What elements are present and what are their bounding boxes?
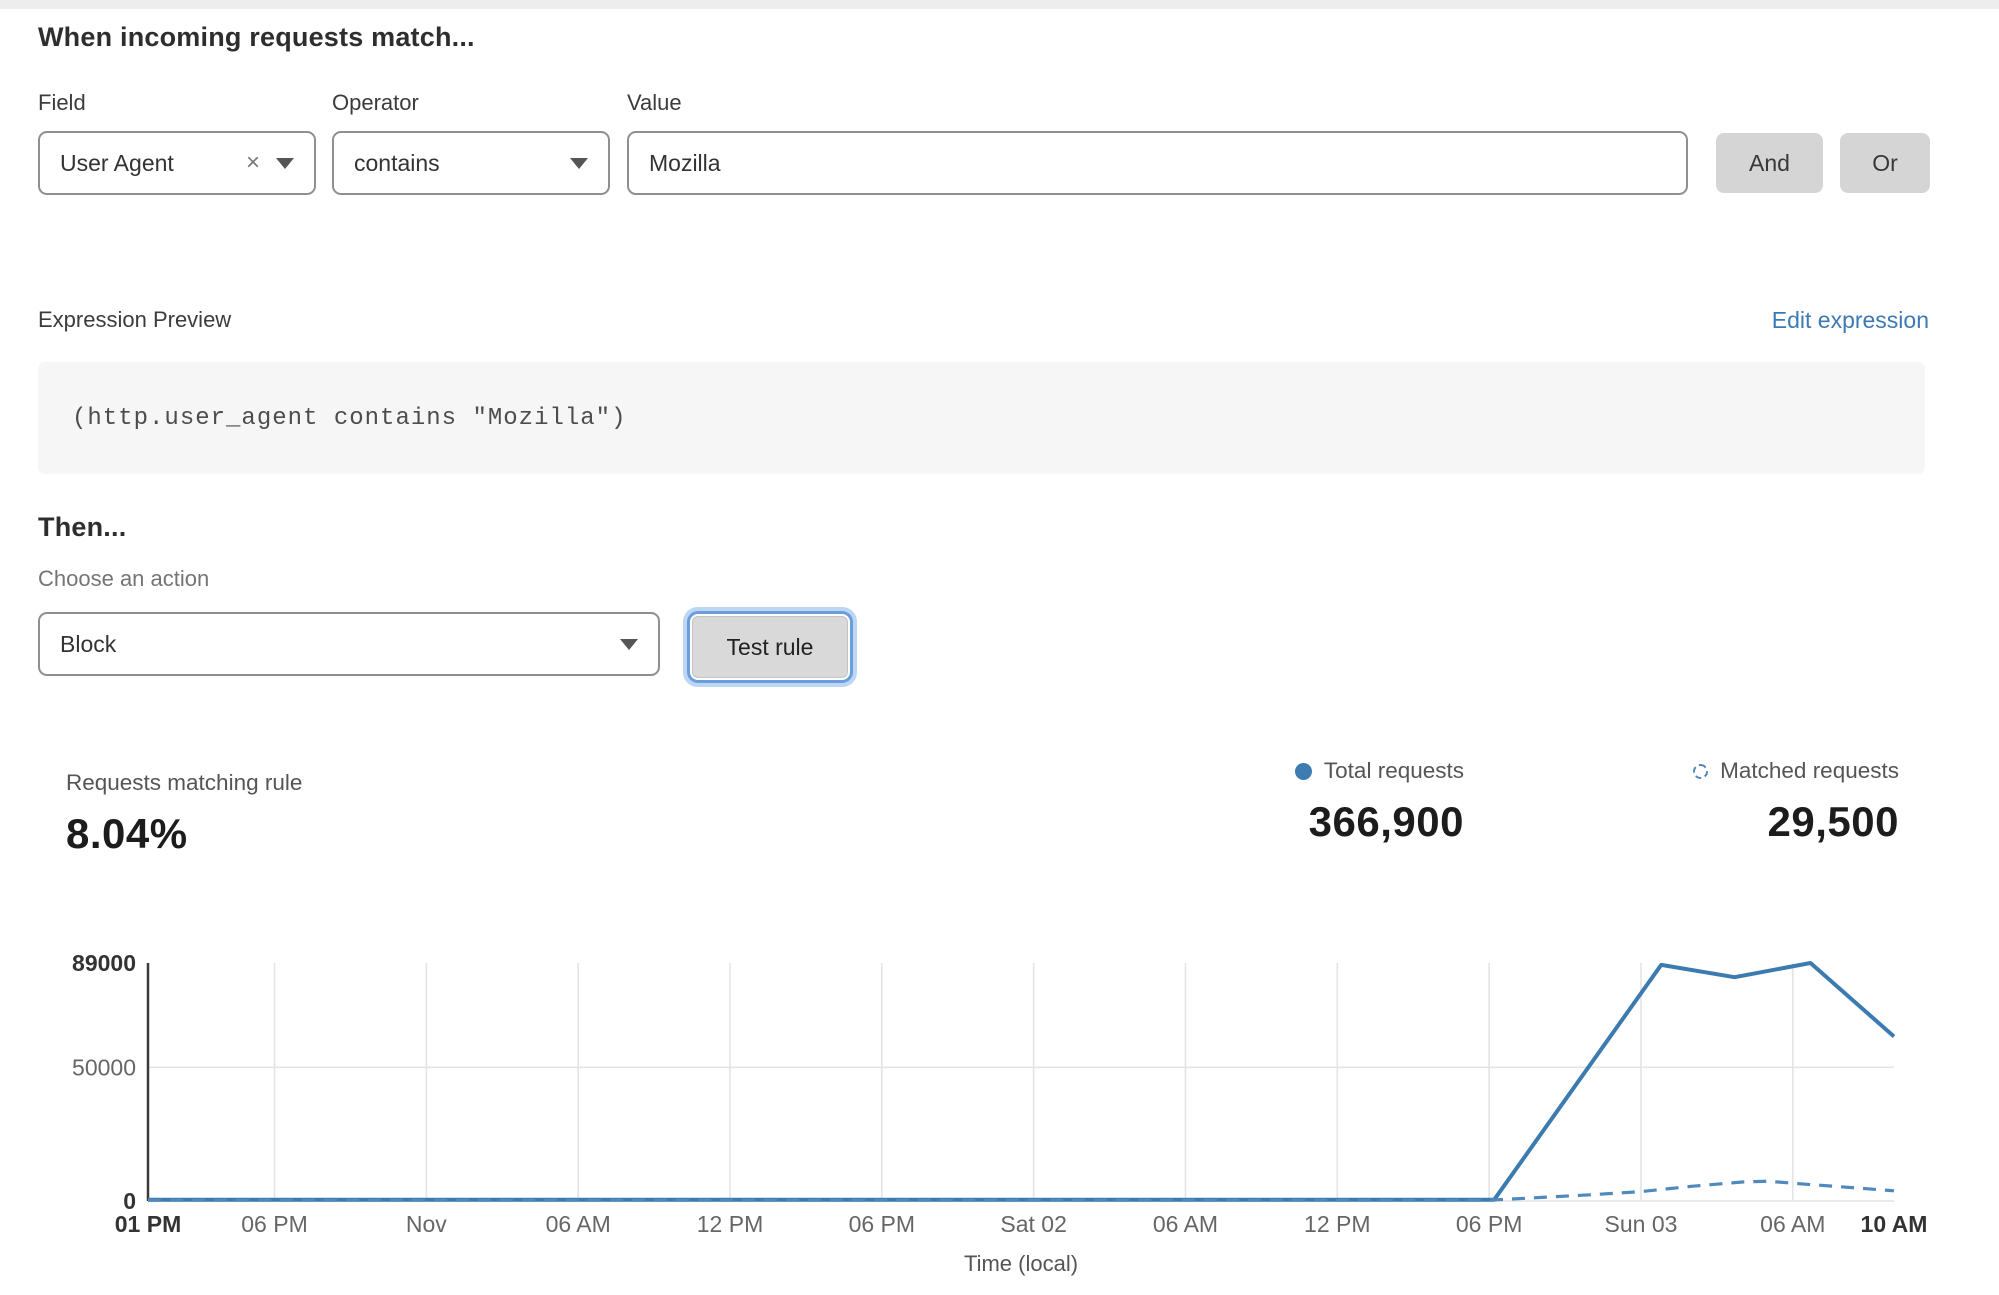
svg-text:Nov: Nov	[406, 1211, 447, 1237]
chevron-down-icon	[276, 158, 294, 169]
svg-text:Sun 03: Sun 03	[1605, 1211, 1678, 1237]
stat-total: Total requests 366,900	[1295, 758, 1464, 846]
matched-requests-legend-icon	[1693, 764, 1708, 779]
firewall-rule-editor: When incoming requests match... Field Op…	[0, 0, 1999, 1295]
svg-text:89000: 89000	[72, 950, 136, 976]
chevron-down-icon	[620, 639, 638, 650]
svg-text:06 PM: 06 PM	[849, 1211, 915, 1237]
svg-text:12 PM: 12 PM	[1304, 1211, 1370, 1237]
stat-matching-value: 8.04%	[66, 810, 302, 858]
svg-text:Sat 02: Sat 02	[1000, 1211, 1067, 1237]
field-select-value: User Agent	[60, 150, 234, 177]
and-button[interactable]: And	[1716, 133, 1823, 193]
action-select[interactable]: Block	[38, 612, 660, 676]
clear-icon[interactable]: ×	[246, 151, 260, 175]
operator-select-value: contains	[354, 150, 554, 177]
page-title: When incoming requests match...	[38, 22, 475, 53]
expression-code: (http.user_agent contains "Mozilla")	[72, 405, 626, 432]
test-rule-button[interactable]: Test rule	[692, 616, 848, 678]
top-divider	[0, 0, 1999, 9]
stat-matched-label: Matched requests	[1720, 758, 1899, 784]
or-button[interactable]: Or	[1840, 133, 1930, 193]
stat-total-value: 366,900	[1295, 798, 1464, 846]
operator-select[interactable]: contains	[332, 131, 610, 195]
field-label: Field	[38, 90, 86, 116]
field-select[interactable]: User Agent ×	[38, 131, 316, 195]
svg-text:06 AM: 06 AM	[1760, 1211, 1825, 1237]
svg-text:01 PM: 01 PM	[115, 1211, 181, 1237]
total-requests-legend-icon	[1295, 763, 1312, 780]
stat-matched-value: 29,500	[1693, 798, 1899, 846]
then-heading: Then...	[38, 512, 126, 543]
svg-text:06 AM: 06 AM	[546, 1211, 611, 1237]
svg-text:50000: 50000	[72, 1054, 136, 1080]
value-label: Value	[627, 90, 682, 116]
value-input[interactable]	[627, 131, 1688, 195]
stat-matched: Matched requests 29,500	[1693, 758, 1899, 846]
svg-text:10 AM: 10 AM	[1861, 1211, 1928, 1237]
svg-text:12 PM: 12 PM	[697, 1211, 763, 1237]
choose-action-label: Choose an action	[38, 566, 209, 592]
requests-chart: 0500008900001 PM06 PMNov06 AM12 PM06 PMS…	[0, 940, 1999, 1295]
action-select-value: Block	[60, 631, 604, 658]
svg-text:06 AM: 06 AM	[1153, 1211, 1218, 1237]
expression-preview-label: Expression Preview	[38, 307, 231, 333]
operator-label: Operator	[332, 90, 419, 116]
series-dashed	[148, 1181, 1894, 1200]
chevron-down-icon	[570, 158, 588, 169]
series-solid	[148, 963, 1894, 1200]
svg-text:06 PM: 06 PM	[1456, 1211, 1522, 1237]
stat-matching: Requests matching rule 8.04%	[66, 770, 302, 858]
svg-text:Time (local): Time (local)	[964, 1251, 1078, 1276]
stat-total-label: Total requests	[1324, 758, 1464, 784]
stat-matching-label: Requests matching rule	[66, 770, 302, 796]
expression-code-box: (http.user_agent contains "Mozilla")	[38, 362, 1925, 474]
svg-text:06 PM: 06 PM	[241, 1211, 307, 1237]
edit-expression-link[interactable]: Edit expression	[1772, 307, 1929, 334]
requests-chart-svg: 0500008900001 PM06 PMNov06 AM12 PM06 PMS…	[0, 940, 1999, 1295]
